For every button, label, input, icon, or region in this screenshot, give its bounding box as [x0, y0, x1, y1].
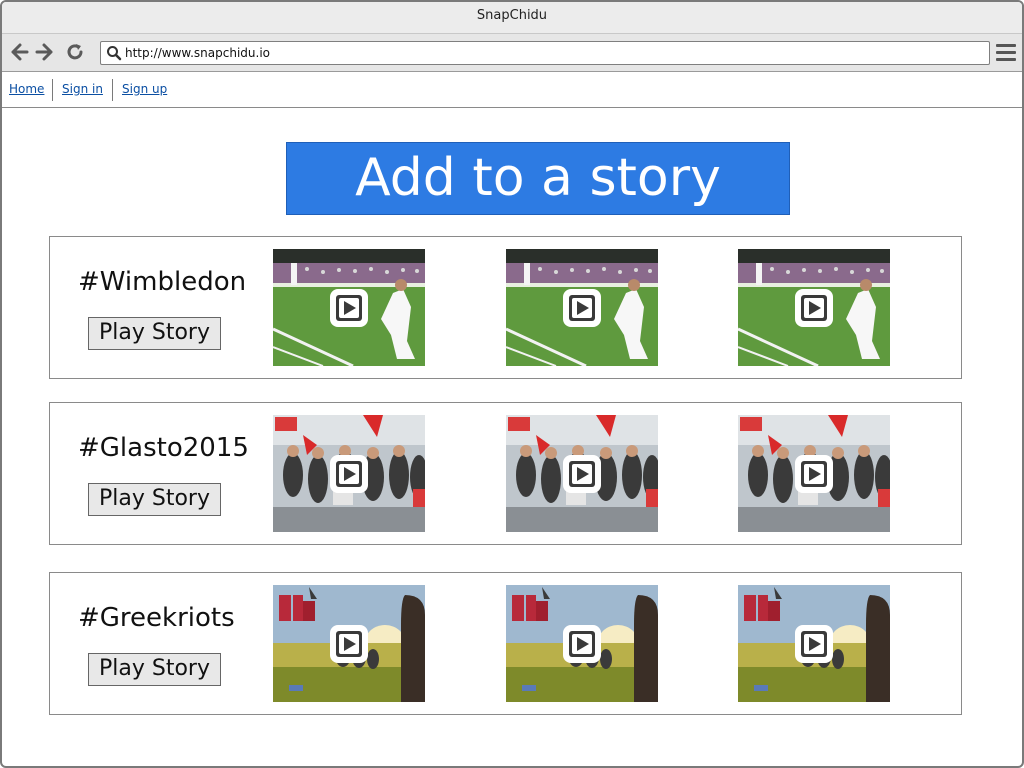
address-bar[interactable]: [100, 41, 990, 65]
story-thumbnail[interactable]: [273, 585, 425, 702]
nav-link-sign-in[interactable]: Sign in: [62, 82, 103, 96]
play-icon: [795, 289, 833, 327]
story-thumbnail[interactable]: [738, 585, 890, 702]
browser-window: SnapChidu Home Sign in Sign up Add to a …: [0, 0, 1024, 768]
story-thumbnail[interactable]: [506, 249, 658, 366]
story-thumbnail[interactable]: [738, 415, 890, 532]
reload-icon[interactable]: [64, 40, 86, 64]
play-story-button[interactable]: Play Story: [88, 483, 221, 516]
top-nav: Home Sign in Sign up: [2, 72, 1022, 108]
play-icon: [795, 625, 833, 663]
forward-arrow-icon[interactable]: [34, 40, 56, 64]
story-thumbnail[interactable]: [506, 415, 658, 532]
nav-link-sign-up[interactable]: Sign up: [122, 82, 167, 96]
play-icon: [330, 625, 368, 663]
story-card-wimbledon: #Wimbledon Play Story: [49, 236, 962, 379]
story-title: #Greekriots: [78, 603, 235, 633]
nav-divider: [112, 79, 113, 101]
menu-icon[interactable]: [996, 44, 1016, 62]
back-arrow-icon[interactable]: [8, 40, 30, 64]
search-icon: [107, 46, 122, 61]
story-thumbnail[interactable]: [506, 585, 658, 702]
play-story-button[interactable]: Play Story: [88, 317, 221, 350]
story-thumbnail[interactable]: [273, 249, 425, 366]
play-icon: [563, 625, 601, 663]
play-icon: [563, 455, 601, 493]
play-icon: [563, 289, 601, 327]
story-thumbnail[interactable]: [273, 415, 425, 532]
story-thumbnail[interactable]: [738, 249, 890, 366]
story-card-greekriots: #Greekriots Play Story: [49, 572, 962, 715]
story-card-glasto2015: #Glasto2015 Play Story: [49, 402, 962, 545]
window-title: SnapChidu: [2, 2, 1022, 34]
play-story-button[interactable]: Play Story: [88, 653, 221, 686]
play-icon: [795, 455, 833, 493]
play-icon: [330, 455, 368, 493]
story-title: #Glasto2015: [78, 433, 249, 463]
play-icon: [330, 289, 368, 327]
url-input[interactable]: [125, 44, 975, 62]
story-title: #Wimbledon: [78, 267, 247, 297]
nav-link-home[interactable]: Home: [9, 82, 44, 96]
browser-toolbar: [2, 34, 1022, 72]
add-to-story-button[interactable]: Add to a story: [286, 142, 790, 215]
nav-divider: [52, 79, 53, 101]
